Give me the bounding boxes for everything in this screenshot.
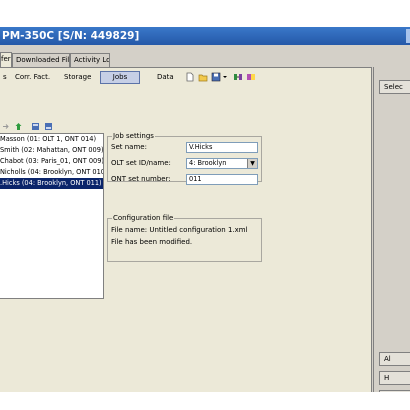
dropdown-icon[interactable] — [222, 72, 228, 82]
all-button-label: Al — [384, 355, 391, 363]
open-folder-icon[interactable] — [198, 72, 208, 82]
all-button[interactable]: Al — [379, 352, 410, 366]
list-item[interactable]: Nicholls (04: Brooklyn, ONT 010) — [0, 167, 103, 178]
config-file-legend: Configuration file — [112, 214, 175, 223]
subtab-settings-label: s — [3, 73, 7, 81]
config-file-group: Configuration file File name: Untitled c… — [107, 214, 262, 262]
transfer-icon[interactable] — [233, 72, 243, 82]
subtab-corr-fact-label: Corr. Fact. — [15, 73, 51, 81]
list-item[interactable]: Smith (02: Mahattan, ONT 009) — [0, 145, 103, 156]
job-settings-group: Job settings Set name: V.Hicks OLT set I… — [107, 132, 262, 185]
tab-downloaded-files[interactable]: Downloaded Files — [12, 53, 70, 67]
set-name-label: Set name: — [111, 143, 147, 151]
transfer-panel: s Corr. Fact. Storage Jobs Data Masson (… — [0, 67, 372, 392]
list-item-selected[interactable]: .Hicks (04: Brooklyn, ONT 011) — [0, 178, 103, 189]
new-file-icon[interactable] — [185, 72, 195, 82]
window-title: PM-350C [S/N: 449829] — [2, 30, 140, 42]
title-bar: PM-350C [S/N: 449829] — [0, 27, 410, 45]
subtab-data[interactable]: Data — [154, 71, 176, 84]
subtab-settings[interactable]: s — [0, 71, 10, 84]
config-file-name: File name: Untitled configuration 1.xml — [111, 226, 248, 234]
chevron-down-icon[interactable]: ▼ — [247, 159, 257, 168]
ont-set-label: ONT set number: — [111, 175, 171, 183]
select-button-label: Selec — [384, 83, 403, 91]
import-icon[interactable] — [246, 72, 256, 82]
list-toolbar — [0, 120, 104, 134]
sort-icon[interactable] — [31, 122, 40, 131]
job-settings-legend: Job settings — [112, 132, 155, 141]
subtab-data-label: Data — [157, 73, 174, 81]
save-icon[interactable] — [211, 72, 221, 82]
list-item[interactable]: Chabot (03: Paris_01, ONT 009) — [0, 156, 103, 167]
subtab-corr-fact[interactable]: Corr. Fact. — [12, 71, 54, 84]
nav-forward-icon[interactable] — [1, 122, 10, 131]
tab-activity-log[interactable]: Activity Log — [70, 53, 110, 67]
subtab-storage-label: Storage — [64, 73, 91, 81]
subtab-storage[interactable]: Storage — [61, 71, 91, 84]
olt-set-select-value: 4: Brooklyn — [189, 159, 227, 167]
app-window: PM-350C [S/N: 449829] fer Downloaded Fil… — [0, 27, 410, 392]
select-button[interactable]: Selec — [379, 80, 410, 94]
help-button-label: H — [384, 374, 390, 382]
tab-activity-log-label: Activity Log — [74, 56, 109, 64]
subtab-jobs[interactable]: Jobs — [100, 71, 140, 84]
title-bar-edge — [406, 29, 410, 43]
nav-green-icon[interactable] — [14, 122, 23, 131]
help-button[interactable]: H — [379, 371, 410, 385]
tab-downloaded-files-label: Downloaded Files — [16, 56, 70, 64]
ont-set-field[interactable]: 011 — [186, 174, 258, 185]
job-list[interactable]: Masson (01: OLT 1, ONT 014) Smith (02: M… — [0, 133, 104, 299]
olt-set-label: OLT set ID/name: — [111, 159, 171, 167]
olt-set-select[interactable]: 4: Brooklyn ▼ — [186, 158, 258, 169]
sort-alt-icon[interactable] — [44, 122, 53, 131]
right-button-column: Selec Al H E — [373, 67, 410, 392]
tab-transfer-label: fer — [1, 55, 11, 63]
config-file-status: File has been modified. — [111, 238, 193, 246]
tab-transfer[interactable]: fer — [0, 52, 12, 67]
list-item[interactable]: Masson (01: OLT 1, ONT 014) — [0, 134, 103, 145]
exit-button[interactable]: E — [379, 390, 410, 392]
set-name-field[interactable]: V.Hicks — [186, 142, 258, 153]
subtab-jobs-label: Jobs — [112, 73, 128, 81]
